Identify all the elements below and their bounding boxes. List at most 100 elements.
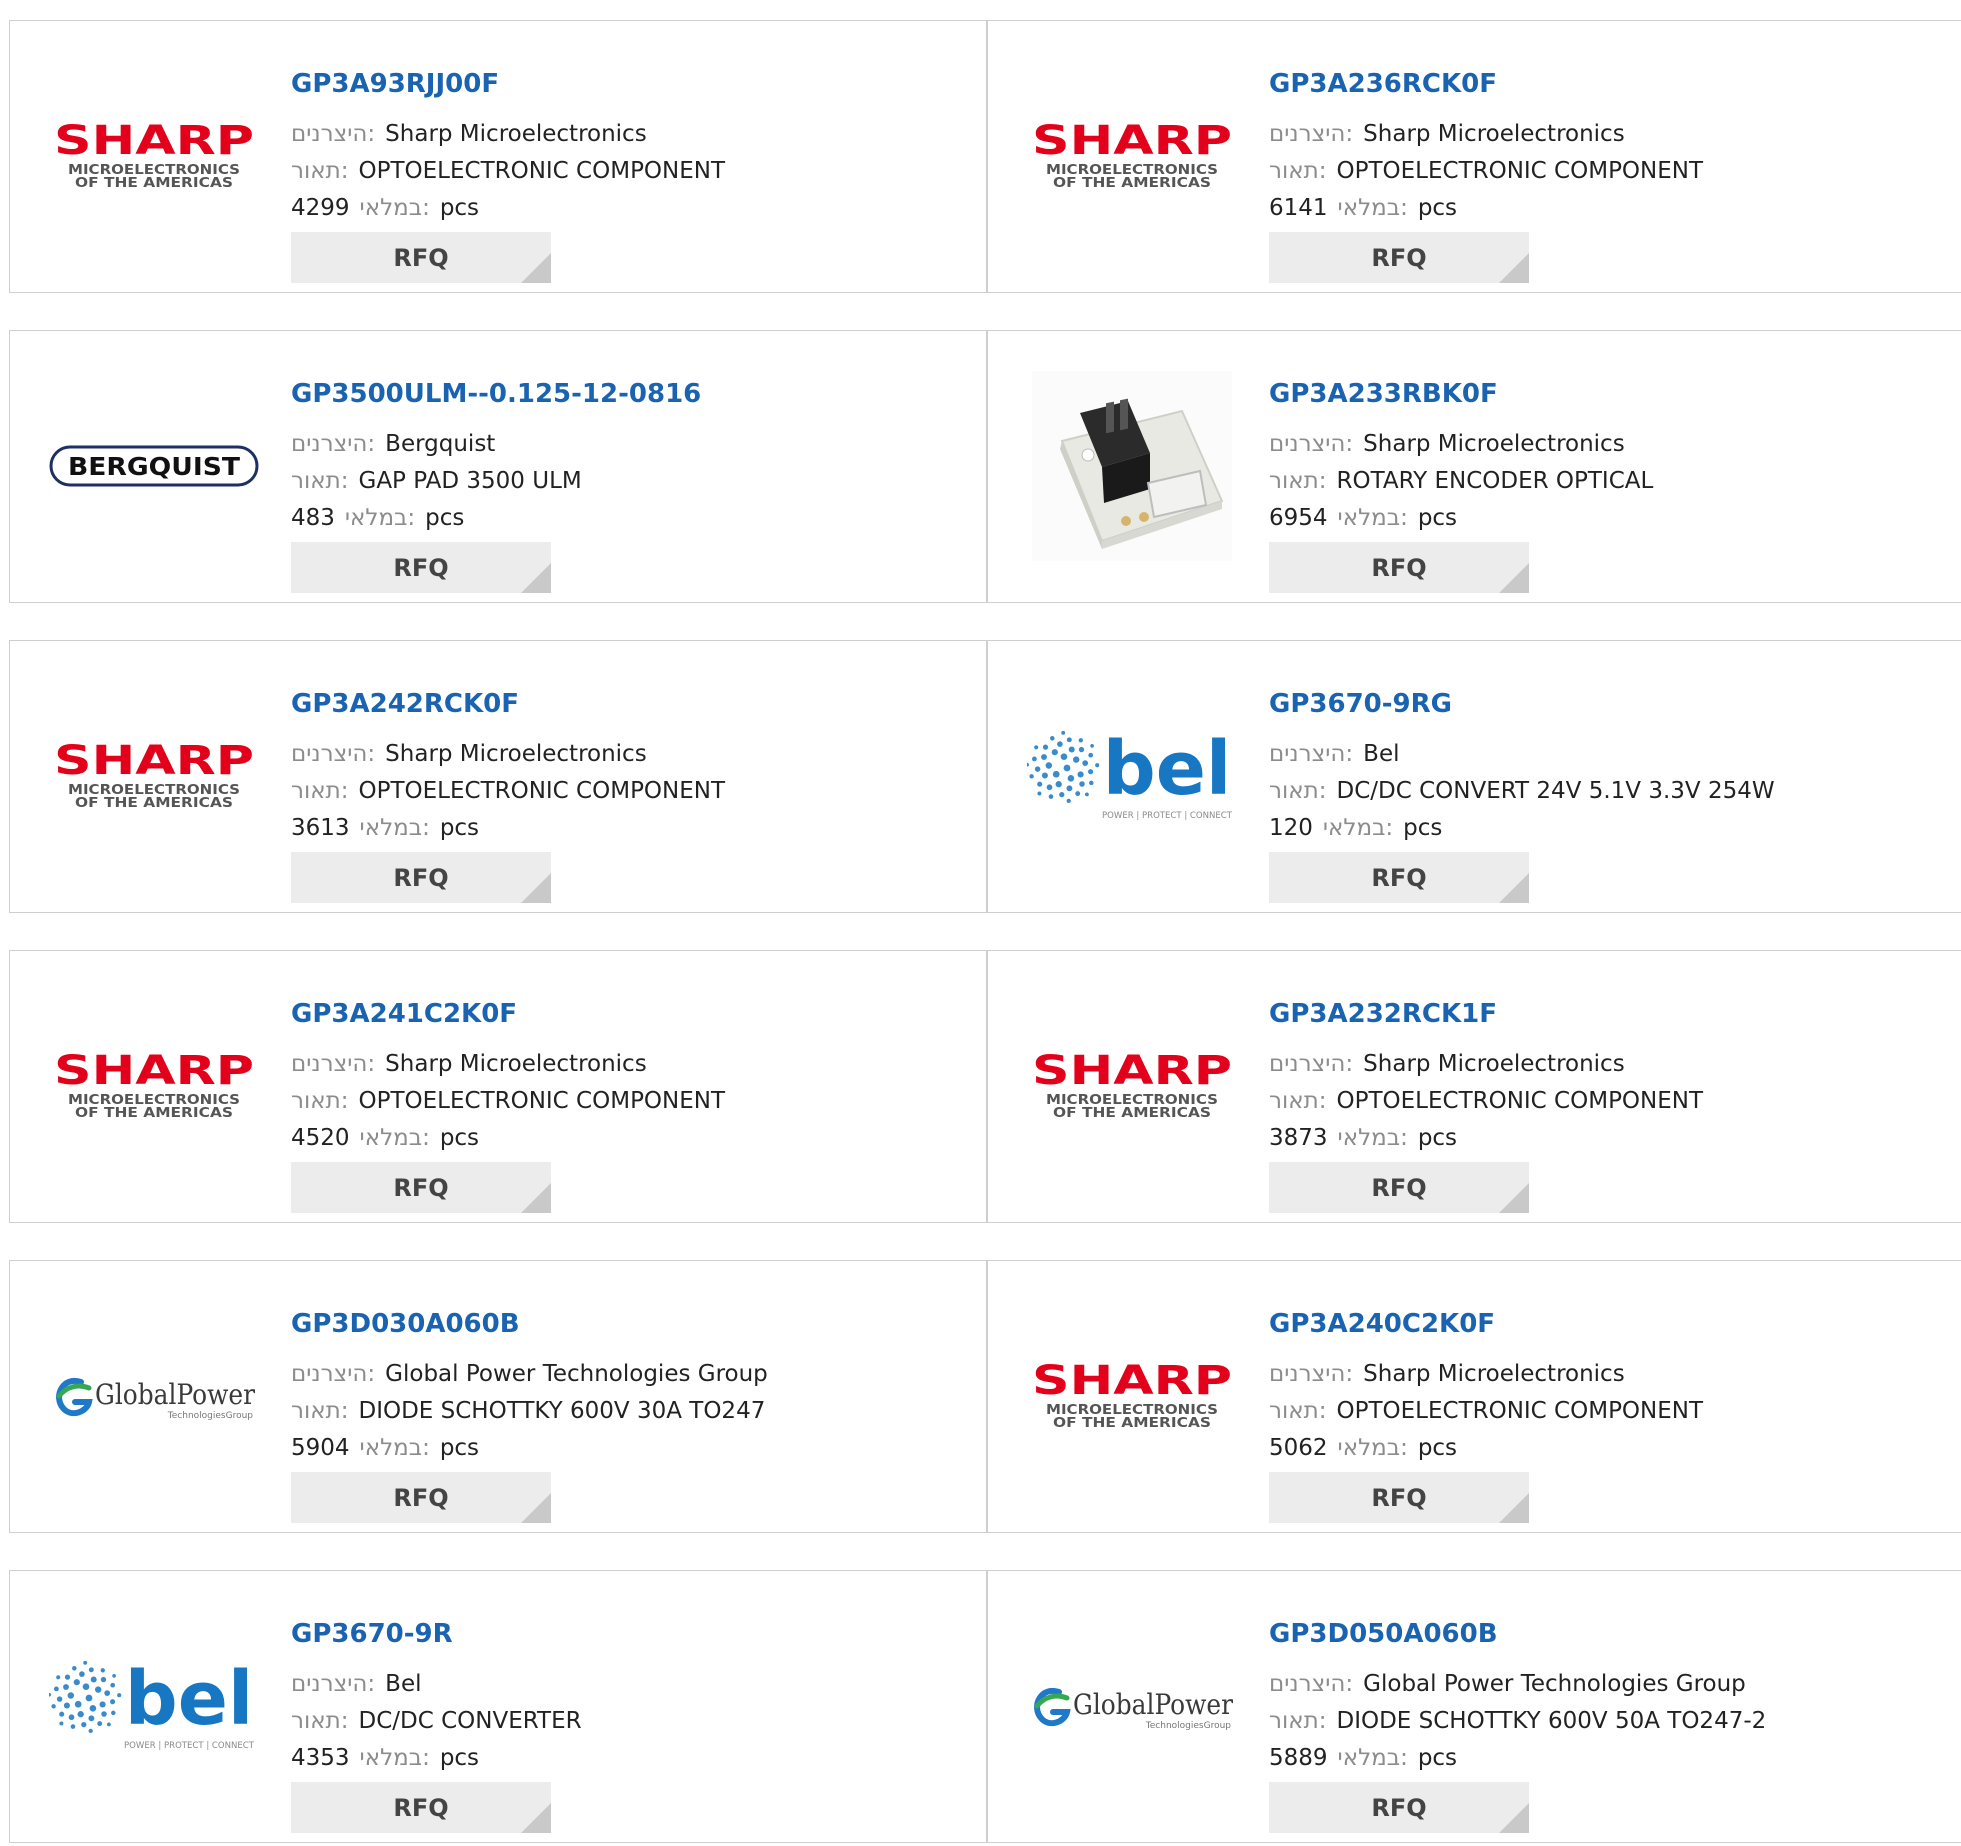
rfq-button[interactable]: RFQ: [1269, 1782, 1529, 1833]
manufacturer-logo[interactable]: SHARP MICROELECTRONICS OF THE AMERICAS: [48, 61, 260, 251]
stock-unit: pcs: [1417, 1435, 1458, 1461]
manufacturer-label: היצרנים:: [1269, 121, 1354, 147]
corner-fold-icon: [521, 563, 551, 593]
stock-value: 5062: [1269, 1435, 1328, 1461]
stock-row: 5062 במלאי: pcs: [1269, 1435, 1457, 1461]
corner-fold-icon: [1499, 563, 1529, 593]
product-card: SHARP MICROELECTRONICS OF THE AMERICAS GP3A…: [987, 20, 1961, 293]
description-row: תאור: OPTOELECTRONIC COMPONENT: [291, 1088, 725, 1114]
rfq-button[interactable]: RFQ: [291, 852, 551, 903]
rfq-button[interactable]: RFQ: [1269, 1472, 1529, 1523]
rfq-label: RFQ: [393, 553, 449, 582]
description-value: OPTOELECTRONIC COMPONENT: [358, 1088, 726, 1114]
description-row: תאור: DIODE SCHOTTKY 600V 30A TO247: [291, 1398, 765, 1424]
part-number-link[interactable]: GP3670-9R: [291, 1619, 453, 1649]
description-value: OPTOELECTRONIC COMPONENT: [1336, 1398, 1704, 1424]
manufacturer-row: היצרנים: Sharp Microelectronics: [1269, 1361, 1625, 1387]
rotary-encoder-photo: [1032, 371, 1232, 561]
description-row: תאור: DC/DC CONVERTER: [291, 1708, 582, 1734]
svg-text:bel: bel: [125, 1658, 254, 1742]
rfq-button[interactable]: RFQ: [1269, 232, 1529, 283]
manufacturer-logo[interactable]: BERGQUIST: [48, 371, 260, 561]
svg-text:OF THE AMERICAS: OF THE AMERICAS: [75, 1106, 233, 1121]
stock-value: 5889: [1269, 1745, 1328, 1771]
part-number-link[interactable]: GP3500ULM--0.125-12-0816: [291, 379, 701, 409]
part-number-link[interactable]: GP3A232RCK1F: [1269, 999, 1497, 1029]
sharp-logo: SHARPMICROELECTRONICSOF THE AMERICAS: [1032, 1358, 1232, 1431]
manufacturer-logo[interactable]: bel POWER | PROTECT | CONNECT: [48, 1611, 260, 1801]
part-number-link[interactable]: GP3A233RBK0F: [1269, 379, 1498, 409]
manufacturer-row: היצרנים: Bergquist: [291, 431, 495, 457]
corner-fold-icon: [521, 253, 551, 283]
manufacturer-logo[interactable]: SHARP MICROELECTRONICS OF THE AMERICAS: [48, 681, 260, 871]
manufacturer-logo[interactable]: SHARP MICROELECTRONICS OF THE AMERICAS: [1026, 61, 1238, 251]
stock-label: במלאי:: [359, 1745, 430, 1771]
description-label: תאור:: [291, 158, 349, 184]
stock-value: 6141: [1269, 195, 1328, 221]
manufacturer-logo[interactable]: GlobalPower TechnologiesGroup: [1026, 1611, 1238, 1801]
description-label: תאור:: [291, 1708, 349, 1734]
rfq-button[interactable]: RFQ: [291, 1472, 551, 1523]
manufacturer-label: היצרנים:: [291, 1671, 376, 1697]
manufacturer-row: היצרנים: Bel: [291, 1671, 422, 1697]
part-number-link[interactable]: GP3A93RJJ00F: [291, 69, 499, 99]
product-card: SHARP MICROELECTRONICS OF THE AMERICAS GP3A…: [9, 950, 987, 1223]
manufacturer-label: היצרנים:: [1269, 1361, 1354, 1387]
svg-text:SHARP: SHARP: [54, 738, 254, 784]
manufacturer-logo[interactable]: GlobalPower TechnologiesGroup: [48, 1301, 260, 1491]
stock-label: במלאי:: [359, 815, 430, 841]
corner-fold-icon: [521, 873, 551, 903]
svg-text:BERGQUIST: BERGQUIST: [68, 452, 240, 481]
sharp-logo: SHARPMICROELECTRONICSOF THE AMERICAS: [54, 1048, 254, 1121]
part-number-link[interactable]: GP3A240C2K0F: [1269, 1309, 1495, 1339]
sharp-logo: SHARPMICROELECTRONICSOF THE AMERICAS: [1032, 118, 1232, 191]
manufacturer-logo[interactable]: SHARP MICROELECTRONICS OF THE AMERICAS: [48, 991, 260, 1181]
description-value: GAP PAD 3500 ULM: [358, 468, 582, 494]
rfq-button[interactable]: RFQ: [1269, 852, 1529, 903]
svg-text:GlobalPower: GlobalPower: [1073, 1688, 1234, 1721]
stock-label: במלאי:: [344, 505, 416, 531]
part-number-link[interactable]: GP3D050A060B: [1269, 1619, 1498, 1649]
manufacturer-row: היצרנים: Sharp Microelectronics: [1269, 431, 1625, 457]
rfq-label: RFQ: [393, 1173, 449, 1202]
manufacturer-logo[interactable]: SHARP MICROELECTRONICS OF THE AMERICAS: [1026, 991, 1238, 1181]
description-value: OPTOELECTRONIC COMPONENT: [358, 158, 726, 184]
part-number-link[interactable]: GP3A241C2K0F: [291, 999, 517, 1029]
manufacturer-row: היצרנים: Sharp Microelectronics: [291, 1051, 647, 1077]
part-number-link[interactable]: GP3670-9RG: [1269, 689, 1452, 719]
manufacturer-logo[interactable]: [1026, 371, 1238, 561]
stock-row: 120 במלאי: pcs: [1269, 815, 1442, 841]
description-row: תאור: OPTOELECTRONIC COMPONENT: [291, 158, 725, 184]
rfq-button[interactable]: RFQ: [291, 542, 551, 593]
manufacturer-logo[interactable]: bel POWER | PROTECT | CONNECT: [1026, 681, 1238, 871]
rfq-label: RFQ: [393, 1793, 449, 1822]
rfq-button[interactable]: RFQ: [1269, 542, 1529, 593]
manufacturer-value: Bel: [1363, 741, 1400, 767]
svg-text:OF THE AMERICAS: OF THE AMERICAS: [1053, 176, 1211, 191]
svg-text:SHARP: SHARP: [54, 1048, 254, 1094]
corner-fold-icon: [521, 1493, 551, 1523]
sharp-logo: SHARPMICROELECTRONICSOF THE AMERICAS: [54, 118, 254, 191]
manufacturer-logo[interactable]: SHARP MICROELECTRONICS OF THE AMERICAS: [1026, 1301, 1238, 1491]
stock-value: 4520: [291, 1125, 350, 1151]
stock-label: במלאי:: [1337, 1745, 1408, 1771]
part-number-link[interactable]: GP3A242RCK0F: [291, 689, 519, 719]
corner-fold-icon: [1499, 1493, 1529, 1523]
rfq-button[interactable]: RFQ: [291, 232, 551, 283]
manufacturer-label: היצרנים:: [291, 1051, 376, 1077]
corner-fold-icon: [1499, 1803, 1529, 1833]
stock-row: 3613 במלאי: pcs: [291, 815, 479, 841]
rfq-button[interactable]: RFQ: [291, 1782, 551, 1833]
part-number-link[interactable]: GP3A236RCK0F: [1269, 69, 1497, 99]
rfq-button[interactable]: RFQ: [1269, 1162, 1529, 1213]
product-card: SHARP MICROELECTRONICS OF THE AMERICAS GP3A…: [9, 20, 987, 293]
manufacturer-row: היצרנים: Sharp Microelectronics: [1269, 1051, 1625, 1077]
manufacturer-label: היצרנים:: [291, 121, 376, 147]
stock-unit: pcs: [439, 1125, 480, 1151]
part-number-link[interactable]: GP3D030A060B: [291, 1309, 520, 1339]
manufacturer-value: Sharp Microelectronics: [385, 741, 647, 767]
stock-unit: pcs: [439, 195, 480, 221]
rfq-button[interactable]: RFQ: [291, 1162, 551, 1213]
stock-label: במלאי:: [359, 1125, 430, 1151]
stock-value: 4299: [291, 195, 350, 221]
